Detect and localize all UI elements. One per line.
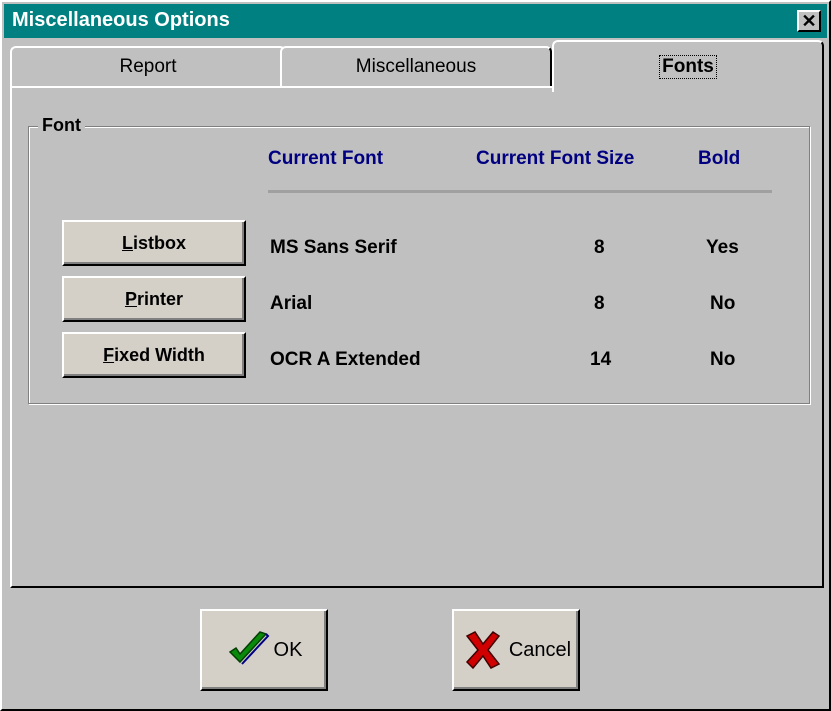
tab-label: Fonts — [659, 55, 717, 79]
listbox-font-button[interactable]: Listbox — [62, 220, 246, 266]
mnemonic-letter: P — [124, 288, 137, 309]
cancel-label: Cancel — [508, 638, 572, 661]
header-current-font-size: Current Font Size — [476, 148, 635, 169]
printer-font-name: Arial — [270, 293, 313, 314]
fixed-width-font-button[interactable]: Fixed Width — [62, 332, 246, 378]
listbox-font-name: MS Sans Serif — [270, 237, 397, 258]
font-group-label: Font — [38, 115, 85, 136]
mnemonic-letter: L — [121, 232, 133, 253]
title-bar[interactable]: Miscellaneous Options ✕ — [4, 4, 827, 38]
tab-label: Miscellaneous — [355, 56, 477, 77]
printer-font-size: 8 — [594, 293, 605, 314]
tab-miscellaneous[interactable]: Miscellaneous — [280, 46, 552, 86]
listbox-font-size: 8 — [594, 237, 605, 258]
tab-report[interactable]: Report — [10, 46, 286, 86]
header-divider — [268, 190, 772, 193]
button-label-rest: istbox — [132, 232, 186, 253]
header-bold: Bold — [698, 148, 741, 169]
printer-font-bold: No — [710, 293, 736, 314]
cancel-button[interactable]: Cancel — [452, 609, 580, 691]
listbox-font-bold: Yes — [706, 237, 739, 258]
window-title: Miscellaneous Options — [12, 9, 230, 31]
mnemonic-letter: F — [103, 344, 115, 365]
fixed-width-font-bold: No — [710, 349, 736, 370]
ok-label: OK — [273, 638, 303, 661]
ok-button[interactable]: OK — [200, 609, 328, 691]
tab-fonts[interactable]: Fonts — [552, 40, 824, 92]
checkmark-icon — [228, 631, 269, 665]
fixed-width-font-name: OCR A Extended — [270, 349, 421, 370]
close-icon: ✕ — [801, 11, 817, 31]
header-current-font: Current Font — [268, 148, 384, 169]
red-x-icon — [465, 631, 501, 670]
tab-label: Report — [119, 56, 177, 77]
button-label-rest: ixed Width — [114, 344, 205, 365]
button-label-rest: rinter — [137, 288, 184, 309]
close-button[interactable]: ✕ — [797, 10, 821, 32]
printer-font-button[interactable]: Printer — [62, 276, 246, 322]
fixed-width-font-size: 14 — [590, 349, 612, 370]
